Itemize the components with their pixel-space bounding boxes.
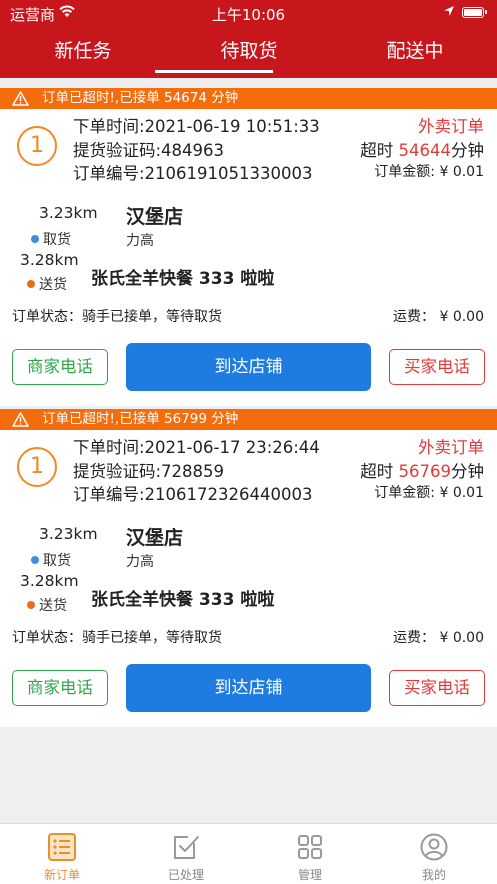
- pickup-dot-icon: [31, 556, 39, 564]
- nav-manage-label: 管理: [297, 868, 322, 882]
- delivery-fee: 运费： ¥ 0.00: [393, 309, 484, 325]
- active-tab-indicator: [155, 70, 273, 73]
- overtime-duration: 超时 56769分钟: [360, 458, 484, 482]
- tab-new-tasks[interactable]: 新任务: [0, 28, 166, 76]
- pickup-code: 提货验证码:728859: [73, 462, 225, 481]
- order-card: 订单已超时!,已接单 56799 分钟 1 下单时间:2021-06-17 23…: [0, 409, 497, 727]
- list-icon: [48, 833, 76, 861]
- pickup-label: 取货: [43, 232, 71, 248]
- delivery-label: 送货: [39, 277, 67, 293]
- pickup-distance: 3.23km: [39, 525, 98, 543]
- order-tabs: 新任务 待取货 配送中: [0, 28, 497, 76]
- overtime-duration: 超时 54644分钟: [360, 137, 484, 161]
- battery-icon: [462, 7, 487, 18]
- call-buyer-button[interactable]: 买家电话: [389, 670, 485, 706]
- shop-name: 汉堡店: [126, 206, 184, 228]
- delivery-dot-icon: [27, 280, 35, 288]
- pickup-code: 提货验证码:484963: [73, 141, 225, 160]
- timeout-warning-text: 订单已超时!,已接单 56799 分钟: [42, 411, 239, 427]
- warning-icon: [12, 412, 29, 427]
- order-time: 下单时间:2021-06-19 10:51:33: [73, 117, 320, 136]
- call-merchant-button[interactable]: 商家电话: [12, 670, 108, 706]
- order-amount: 订单金额: ¥ 0.01: [374, 164, 484, 180]
- pickup-label: 取货: [43, 553, 71, 569]
- location-arrow-icon: [444, 6, 454, 16]
- call-buyer-button[interactable]: 买家电话: [389, 349, 485, 385]
- delivery-fee: 运费： ¥ 0.00: [393, 630, 484, 646]
- delivery-distance: 3.28km: [20, 251, 79, 269]
- delivery-dot-icon: [27, 601, 35, 609]
- order-amount: 订单金额: ¥ 0.01: [374, 485, 484, 501]
- shop-address: 力高: [126, 554, 154, 570]
- order-index-badge: 1: [17, 126, 57, 166]
- grid-icon: [298, 835, 322, 859]
- tab-delivering[interactable]: 配送中: [332, 28, 497, 76]
- order-status: 订单状态：骑手已接单，等待取货: [12, 309, 222, 325]
- nav-manage[interactable]: 管理: [248, 824, 372, 884]
- timeout-warning-banner: 订单已超时!,已接单 56799 分钟: [0, 409, 497, 430]
- overtime-prefix: 超时: [360, 141, 399, 160]
- overtime-suffix: 分钟: [451, 141, 484, 160]
- tab-pending-pickup[interactable]: 待取货: [166, 28, 332, 76]
- nav-processed-label: 已处理: [167, 868, 204, 882]
- nav-mine-label: 我的: [421, 868, 446, 882]
- nav-processed[interactable]: 已处理: [124, 824, 248, 884]
- arrive-at-store-button[interactable]: 到达店铺: [126, 664, 371, 712]
- overtime-suffix: 分钟: [451, 462, 484, 481]
- checked-box-icon: [174, 836, 199, 859]
- delivery-distance: 3.28km: [20, 572, 79, 590]
- pickup-dot-icon: [31, 235, 39, 243]
- overtime-minutes: 56769: [398, 462, 452, 481]
- order-index-badge: 1: [17, 447, 57, 487]
- shop-address: 力高: [126, 233, 154, 249]
- customer-address: 张氏全羊快餐 333 啦啦: [91, 269, 275, 289]
- order-time: 下单时间:2021-06-17 23:26:44: [73, 438, 320, 457]
- warning-icon: [12, 91, 29, 106]
- timeout-warning-text: 订单已超时!,已接单 54674 分钟: [42, 90, 239, 106]
- order-status: 订单状态：骑手已接单，等待取货: [12, 630, 222, 646]
- overtime-minutes: 54644: [398, 141, 452, 160]
- nav-new-orders-label: 新订单: [43, 868, 80, 882]
- arrive-at-store-button[interactable]: 到达店铺: [126, 343, 371, 391]
- app-header: 运营商 上午10:06 新任务 待取货 配送中: [0, 0, 497, 78]
- delivery-label: 送货: [39, 598, 67, 614]
- status-bar: 运营商 上午10:06: [0, 0, 497, 26]
- overtime-prefix: 超时: [360, 462, 399, 481]
- customer-address: 张氏全羊快餐 333 啦啦: [91, 590, 275, 610]
- order-number: 订单编号:2106191051330003: [73, 164, 313, 183]
- order-type: 外卖订单: [418, 117, 484, 136]
- timeout-warning-banner: 订单已超时!,已接单 54674 分钟: [0, 88, 497, 109]
- shop-name: 汉堡店: [126, 527, 184, 549]
- call-merchant-button[interactable]: 商家电话: [12, 349, 108, 385]
- user-icon: [420, 833, 448, 861]
- nav-mine[interactable]: 我的: [372, 824, 496, 884]
- order-card: 订单已超时!,已接单 54674 分钟 1 下单时间:2021-06-19 10…: [0, 88, 497, 406]
- clock: 上午10:06: [211, 6, 286, 24]
- order-type: 外卖订单: [418, 438, 484, 457]
- bottom-nav: 新订单 已处理 管理 我的: [0, 823, 497, 884]
- pickup-distance: 3.23km: [39, 204, 98, 222]
- nav-new-orders[interactable]: 新订单: [0, 824, 124, 884]
- order-number: 订单编号:2106172326440003: [73, 485, 313, 504]
